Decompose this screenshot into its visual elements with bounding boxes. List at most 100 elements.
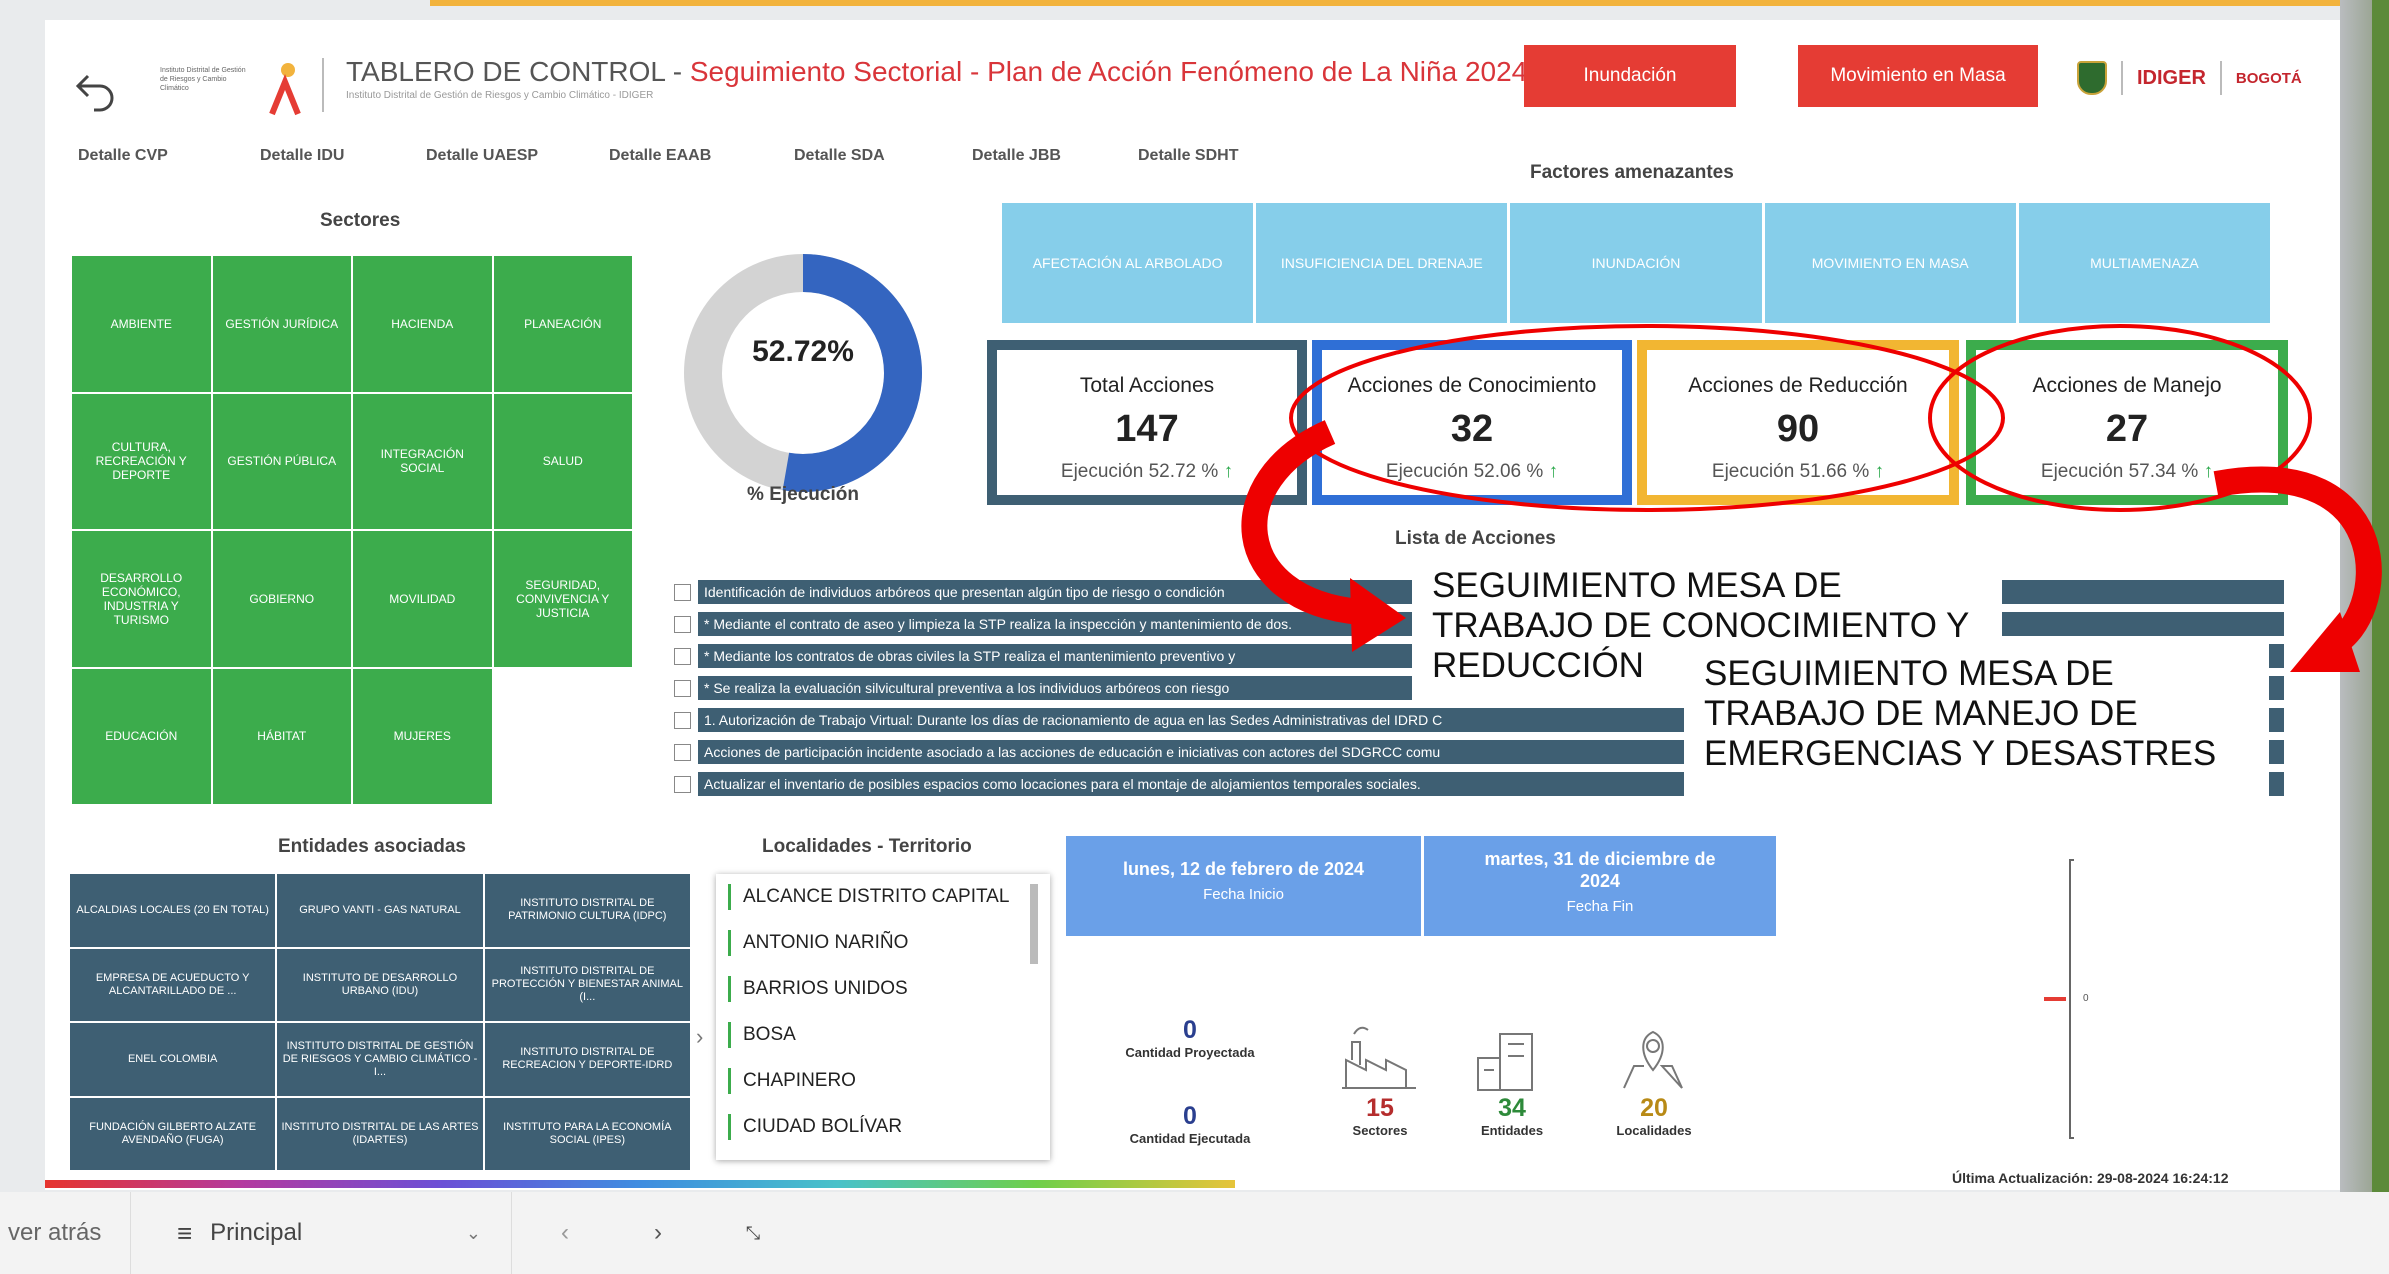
row-checkbox[interactable] [674, 583, 691, 601]
back-arrow-icon[interactable] [72, 66, 120, 114]
row-checkbox[interactable] [674, 775, 691, 793]
entidad-tile[interactable]: ALCALDIAS LOCALES (20 EN TOTAL) [70, 874, 276, 947]
metric-label: Sectores [1352, 1123, 1408, 1138]
previous-page-button[interactable]: ‹ [512, 1219, 618, 1247]
page-selector[interactable]: ≡ Principal ⌄ [131, 1218, 511, 1249]
entidad-tile[interactable]: INSTITUTO DISTRITAL DE PATRIMONIO CULTUR… [484, 874, 690, 947]
card-exec: Ejecución 51.66 % ↑ [1711, 461, 1885, 482]
sector-tile[interactable]: CULTURA, RECREACIÓN Y DEPORTE [72, 393, 211, 529]
entidades-title: Entidades asociadas [278, 836, 466, 857]
localidad-item[interactable]: CIUDAD BOLÍVAR [716, 1104, 1050, 1150]
tab-detalle-jbb[interactable]: Detalle JBB [972, 147, 1061, 165]
ejecucion-label: % Ejecución [747, 484, 859, 505]
sector-tile[interactable]: GESTIÓN JURÍDICA [212, 256, 351, 392]
fecha-fin-label: Fecha Fin [1566, 898, 1634, 915]
tab-detalle-uaesp[interactable]: Detalle UAESP [426, 147, 538, 165]
localidad-item[interactable]: BARRIOS UNIDOS [716, 966, 1050, 1012]
sector-tile[interactable]: SEGURIDAD, CONVIVENCIA Y JUSTICIA [493, 531, 632, 667]
entidad-tile[interactable]: INSTITUTO DISTRITAL DE RECREACION Y DEPO… [484, 1023, 690, 1096]
card-title: Acciones de Manejo [2032, 374, 2222, 397]
chevron-down-icon: ⌄ [465, 1222, 481, 1243]
entidad-tile[interactable]: INSTITUTO DE DESARROLLO URBANO (IDU) [277, 948, 483, 1021]
movimiento-en-masa-button[interactable]: Movimiento en Masa [1798, 45, 2038, 107]
tab-detalle-eaab[interactable]: Detalle EAAB [609, 147, 711, 165]
row-checkbox[interactable] [674, 743, 691, 761]
entidad-tile[interactable]: INSTITUTO DISTRITAL DE LAS ARTES (IDARTE… [277, 1097, 483, 1170]
entidad-tile[interactable]: INSTITUTO PARA LA ECONOMÍA SOCIAL (IPES) [484, 1097, 690, 1170]
card-acciones-reduccion[interactable]: Acciones de Reducción 90 Ejecución 51.66… [1637, 340, 1959, 505]
card-exec: Ejecución 52.72 % ↑ [1060, 461, 1234, 482]
localidad-item[interactable]: CHAPINERO [716, 1058, 1050, 1104]
factor-tile[interactable]: MOVIMIENTO EN MASA [1764, 203, 2016, 323]
factores-title: Factores amenazantes [1530, 162, 1734, 183]
ejecucion-donut-chart [684, 254, 922, 492]
mini-gauge-chart [2044, 859, 2074, 1139]
card-exec: Ejecución 52.06 % ↑ [1385, 461, 1559, 482]
sectores-title: Sectores [320, 210, 401, 231]
sector-tile[interactable]: MOVILIDAD [353, 531, 492, 667]
tab-detalle-sda[interactable]: Detalle SDA [794, 147, 885, 165]
metric-label: Localidades [1616, 1123, 1692, 1138]
entidad-tile[interactable]: EMPRESA DE ACUEDUCTO Y ALCANTARILLADO DE… [70, 948, 276, 1021]
sector-tile[interactable]: AMBIENTE [72, 256, 211, 392]
metric-value: 15 [1366, 1094, 1394, 1122]
back-link[interactable]: ver atrás [0, 1219, 130, 1247]
idiger-logo-icon [269, 63, 301, 116]
factor-tile[interactable]: AFECTACIÓN AL ARBOLADO [1002, 203, 1254, 323]
row-checkbox[interactable] [674, 615, 691, 633]
sector-tile[interactable]: HÁBITAT [212, 668, 351, 804]
gauge-axis [2069, 859, 2074, 1139]
localidad-label: CHAPINERO [743, 1070, 856, 1091]
item-marker [728, 930, 731, 956]
last-update: Última Actualización: 29-08-2024 16:24:1… [1952, 1170, 2229, 1186]
factor-tile[interactable]: INUNDACIÓN [1510, 203, 1762, 323]
card-acciones-manejo[interactable]: Acciones de Manejo 27 Ejecución 57.34 % … [1966, 340, 2288, 505]
entidad-tile[interactable]: GRUPO VANTI - GAS NATURAL [277, 874, 483, 947]
institute-small-logo: Instituto Distrital de Gestión de Riesgo… [160, 67, 246, 92]
collapse-icon[interactable]: ⤡ [698, 1223, 808, 1244]
factor-tile[interactable]: MULTIAMENAZA [2018, 203, 2271, 323]
chevron-right-icon[interactable]: › [696, 1024, 703, 1050]
localidad-label: CIUDAD BOLÍVAR [743, 1116, 903, 1137]
sector-tile[interactable]: EDUCACIÓN [72, 668, 211, 804]
row-checkbox[interactable] [674, 711, 691, 729]
next-page-button[interactable]: › [618, 1219, 698, 1247]
entidad-tile[interactable]: ENEL COLOMBIA [70, 1023, 276, 1096]
scrollbar[interactable] [1030, 884, 1038, 964]
localidad-item[interactable]: BOSA [716, 1012, 1050, 1058]
localidades-metric: 20 Localidades [1594, 1094, 1714, 1138]
factor-tile[interactable]: INSUFICIENCIA DEL DRENAJE [1256, 203, 1508, 323]
fecha-inicio-card: lunes, 12 de febrero de 2024 Fecha Inici… [1066, 836, 1421, 936]
sector-tile[interactable]: SALUD [493, 393, 632, 529]
sector-tile[interactable]: MUJERES [353, 668, 492, 804]
row-checkbox[interactable] [674, 679, 691, 697]
sector-tile[interactable]: GESTIÓN PÚBLICA [212, 393, 351, 529]
entidad-tile[interactable]: INSTITUTO DISTRITAL DE GESTIÓN DE RIESGO… [277, 1023, 483, 1096]
card-acciones-conocimiento[interactable]: Acciones de Conocimiento 32 Ejecución 52… [1312, 340, 1632, 505]
item-marker [728, 976, 731, 1002]
entidad-tile[interactable]: INSTITUTO DISTRITAL DE PROTECCIÓN Y BIEN… [484, 948, 690, 1021]
tab-detalle-idu[interactable]: Detalle IDU [260, 147, 344, 165]
arrow-up-icon: ↑ [2203, 461, 2214, 482]
tab-detalle-sdht[interactable]: Detalle SDHT [1138, 147, 1238, 165]
tab-detalle-cvp[interactable]: Detalle CVP [78, 147, 168, 165]
fecha-fin-value: martes, 31 de diciembre de 2024 [1484, 849, 1716, 891]
entidad-tile[interactable]: FUNDACIÓN GILBERTO ALZATE AVENDAÑO (FUGA… [70, 1097, 276, 1170]
metric-label: Cantidad Ejecutada [1129, 1131, 1251, 1146]
sector-tile[interactable]: GOBIERNO [212, 531, 351, 667]
inundacion-button[interactable]: Inundación [1524, 45, 1736, 107]
arrow-up-icon: ↑ [1223, 461, 1234, 482]
sector-tile[interactable]: DESARROLLO ECONÓMICO, INDUSTRIA Y TURISM… [72, 531, 211, 667]
card-total-acciones[interactable]: Total Acciones 147 Ejecución 52.72 % ↑ [987, 340, 1307, 505]
item-marker [728, 1068, 731, 1094]
row-checkbox[interactable] [674, 647, 691, 665]
sector-tile[interactable]: HACIENDA [353, 256, 492, 392]
sector-tile[interactable]: INTEGRACIÓN SOCIAL [353, 393, 492, 529]
item-marker [728, 1022, 731, 1048]
card-title: Acciones de Conocimiento [1347, 374, 1597, 397]
localidad-item[interactable]: ALCANCE DISTRITO CAPITAL [716, 874, 1050, 920]
localidades-list[interactable]: ALCANCE DISTRITO CAPITAL ANTONIO NARIÑO … [716, 874, 1050, 1160]
logo-group: IDIGER BOGOTÁ [2077, 58, 2302, 98]
sector-tile[interactable]: PLANEACIÓN [493, 256, 632, 392]
localidad-item[interactable]: ANTONIO NARIÑO [716, 920, 1050, 966]
